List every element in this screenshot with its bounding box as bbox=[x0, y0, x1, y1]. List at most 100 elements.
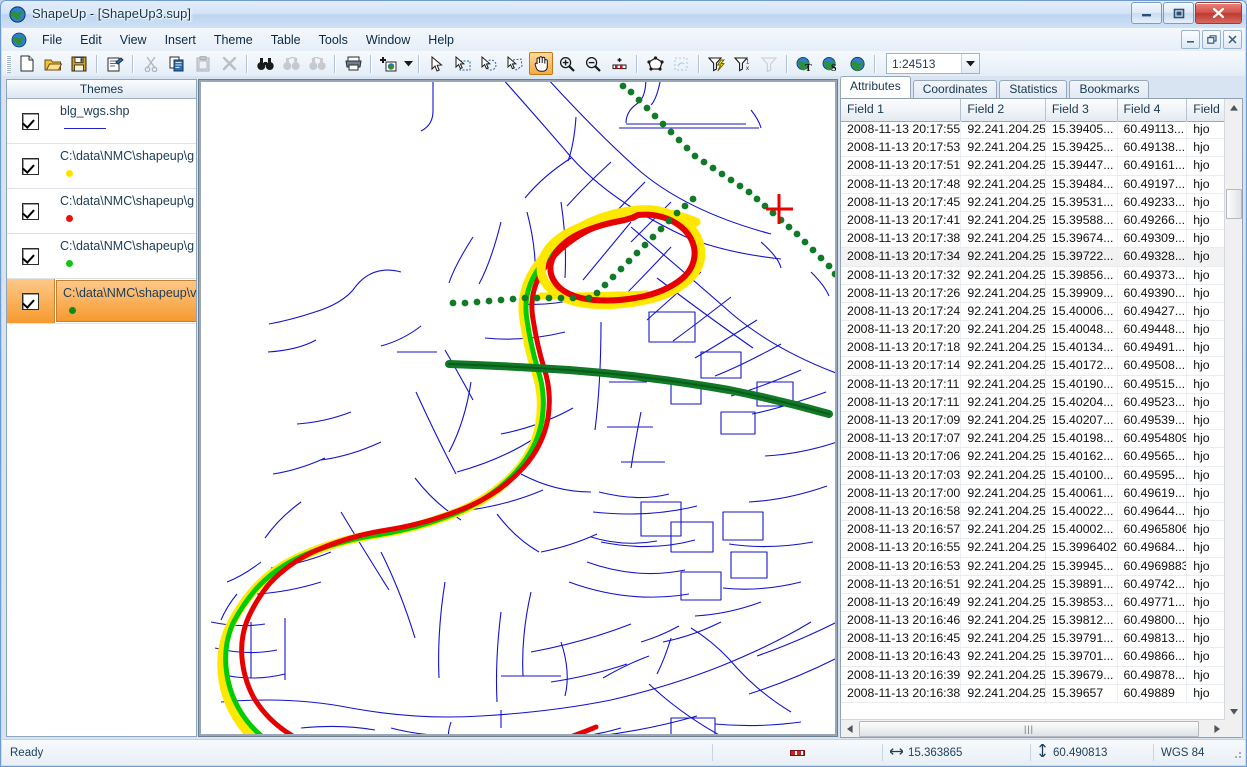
tab-attributes[interactable]: Attributes bbox=[840, 76, 911, 99]
table-row[interactable]: 2008-11-13 20:17:11 92.241.204.254 15.4020… bbox=[841, 393, 1225, 412]
find-binoculars-icon[interactable] bbox=[253, 52, 277, 75]
menu-item-theme[interactable]: Theme bbox=[205, 30, 262, 50]
scroll-down-arrow-icon[interactable] bbox=[1225, 703, 1242, 720]
sort-filter-icon[interactable]: 1x bbox=[731, 52, 755, 75]
table-row[interactable]: 2008-11-13 20:17:24 92.241.204.254 15.4000… bbox=[841, 302, 1225, 322]
paste-clipboard-icon[interactable] bbox=[191, 52, 215, 75]
measure-icon[interactable] bbox=[607, 52, 631, 75]
maximize-button[interactable] bbox=[1163, 2, 1194, 24]
select-extent-icon[interactable] bbox=[669, 52, 693, 75]
theme-checkbox-cell[interactable] bbox=[7, 144, 54, 188]
checkbox-checked-icon[interactable] bbox=[22, 292, 39, 310]
table-row[interactable]: 2008-11-13 20:16:39 92.241.204.254 15.3967… bbox=[841, 666, 1225, 685]
table-row[interactable]: 2008-11-13 20:16:46 92.241.204.254 15.3981… bbox=[841, 612, 1225, 631]
column-header-field-1[interactable]: Field 1 bbox=[841, 99, 962, 121]
save-floppy-icon[interactable] bbox=[67, 52, 91, 75]
table-row[interactable]: 2008-11-13 20:16:51 92.241.204.254 15.3989… bbox=[841, 575, 1225, 594]
table-row[interactable]: 2008-11-13 20:17:18 92.241.204.254 15.4013… bbox=[841, 339, 1225, 358]
grid-body[interactable]: 2008-11-13 20:17:55 92.241.204.254 15.3940… bbox=[841, 121, 1225, 720]
table-row[interactable]: 2008-11-13 20:17:20 92.241.204.254 15.4004… bbox=[841, 321, 1225, 340]
menu-item-file[interactable]: File bbox=[33, 30, 71, 50]
document-globe-icon[interactable] bbox=[11, 32, 27, 48]
theme-label-cell[interactable]: C:\data\NMC\shapeup\g bbox=[54, 144, 196, 188]
tab-bookmarks[interactable]: Bookmarks bbox=[1069, 80, 1150, 99]
table-row[interactable]: 2008-11-13 20:16:57 92.241.204.254 15.4000… bbox=[841, 521, 1225, 540]
label-theme-t-icon[interactable]: T bbox=[793, 52, 817, 75]
checkbox-checked-icon[interactable] bbox=[22, 157, 39, 175]
checkbox-checked-icon[interactable] bbox=[22, 247, 39, 265]
grid-horizontal-scrollbar[interactable]: ||| bbox=[841, 719, 1225, 737]
theme-label-cell[interactable]: C:\data\NMC\shapeup\g bbox=[54, 234, 196, 278]
theme-row-selected[interactable]: C:\data\NMC\shapeup\v bbox=[7, 279, 196, 324]
menu-item-edit[interactable]: Edit bbox=[71, 30, 111, 50]
table-row[interactable]: 2008-11-13 20:16:49 92.241.204.254 15.3985… bbox=[841, 593, 1225, 613]
table-row[interactable]: 2008-11-13 20:17:55 92.241.204.254 15.3940… bbox=[841, 121, 1225, 140]
select-arrow-icon[interactable] bbox=[425, 52, 449, 75]
theme-row[interactable]: blg_wgs.shp bbox=[7, 99, 196, 144]
menu-item-window[interactable]: Window bbox=[357, 30, 419, 50]
tab-statistics[interactable]: Statistics bbox=[999, 80, 1068, 99]
theme-checkbox-cell[interactable] bbox=[7, 279, 55, 323]
table-row[interactable]: 2008-11-13 20:16:38 92.241.204.254 15.3965… bbox=[841, 684, 1225, 703]
chevron-down-icon[interactable] bbox=[961, 54, 979, 73]
properties-icon[interactable] bbox=[103, 52, 127, 75]
table-row[interactable]: 2008-11-13 20:17:11 92.241.204.254 15.4019… bbox=[841, 375, 1225, 394]
mdi-restore-button[interactable] bbox=[1202, 30, 1221, 49]
add-theme-dropdown-icon[interactable] bbox=[402, 53, 414, 74]
copy-icon[interactable] bbox=[165, 52, 189, 75]
table-row[interactable]: 2008-11-13 20:16:55 92.241.204.254 15.3996… bbox=[841, 539, 1225, 558]
vertical-scroll-thumb[interactable] bbox=[1226, 189, 1242, 219]
theme-checkbox-cell[interactable] bbox=[7, 189, 54, 233]
mdi-close-button[interactable] bbox=[1223, 30, 1242, 49]
table-row[interactable]: 2008-11-13 20:16:43 92.241.204.254 15.3970… bbox=[841, 648, 1225, 667]
table-row[interactable]: 2008-11-13 20:17:48 92.241.204.254 15.3948… bbox=[841, 175, 1225, 194]
theme-label-cell[interactable]: C:\data\NMC\shapeup\v bbox=[56, 280, 196, 322]
toolbar-grip[interactable] bbox=[6, 54, 11, 73]
checkbox-checked-icon[interactable] bbox=[22, 112, 39, 130]
column-header-field-4[interactable]: Field 4 bbox=[1118, 99, 1188, 121]
find-previous-binoculars-icon[interactable] bbox=[279, 52, 303, 75]
close-button[interactable] bbox=[1195, 2, 1242, 24]
table-row[interactable]: 2008-11-13 20:17:06 92.241.204.254 15.4016… bbox=[841, 448, 1225, 467]
checkbox-checked-icon[interactable] bbox=[22, 202, 39, 220]
pan-hand-icon[interactable] bbox=[529, 52, 553, 75]
minimize-button[interactable] bbox=[1131, 2, 1162, 24]
table-row[interactable]: 2008-11-13 20:16:53 92.241.204.254 15.3994… bbox=[841, 557, 1225, 576]
filter-funnel-icon[interactable] bbox=[757, 52, 781, 75]
draw-polygon-icon[interactable] bbox=[643, 52, 667, 75]
find-next-binoculars-icon[interactable] bbox=[305, 52, 329, 75]
theme-checkbox-cell[interactable] bbox=[7, 99, 54, 143]
cut-scissors-icon[interactable] bbox=[139, 52, 163, 75]
column-header-field-3[interactable]: Field 3 bbox=[1046, 99, 1118, 121]
menu-item-view[interactable]: View bbox=[111, 30, 156, 50]
table-row[interactable]: 2008-11-13 20:17:53 92.241.204.254 15.3942… bbox=[841, 139, 1225, 158]
label-theme-s-icon[interactable]: S bbox=[819, 52, 843, 75]
menu-item-tools[interactable]: Tools bbox=[310, 30, 357, 50]
horizontal-scroll-thumb[interactable]: ||| bbox=[859, 721, 1199, 737]
scroll-right-arrow-icon[interactable] bbox=[1208, 720, 1225, 737]
open-folder-icon[interactable] bbox=[41, 52, 65, 75]
table-row[interactable]: 2008-11-13 20:17:51 92.241.204.254 15.3944… bbox=[841, 157, 1225, 176]
column-header-field-2[interactable]: Field 2 bbox=[961, 99, 1046, 121]
table-row[interactable]: 2008-11-13 20:17:14 92.241.204.254 15.4017… bbox=[841, 357, 1225, 376]
menu-item-table[interactable]: Table bbox=[262, 30, 310, 50]
table-row[interactable]: 2008-11-13 20:17:38 92.241.204.254 15.3967… bbox=[841, 230, 1225, 249]
theme-row[interactable]: C:\data\NMC\shapeup\g bbox=[7, 144, 196, 189]
add-theme-icon[interactable] bbox=[377, 52, 401, 75]
menu-item-help[interactable]: Help bbox=[419, 30, 463, 50]
tab-coordinates[interactable]: Coordinates bbox=[912, 80, 998, 99]
theme-label-cell[interactable]: blg_wgs.shp bbox=[54, 99, 196, 143]
print-icon[interactable] bbox=[341, 52, 365, 75]
table-row[interactable]: 2008-11-13 20:17:26 92.241.204.254 15.3990… bbox=[841, 284, 1225, 303]
table-row[interactable]: 2008-11-13 20:17:41 92.241.204.254 15.3958… bbox=[841, 211, 1225, 231]
theme-row[interactable]: C:\data\NMC\shapeup\g bbox=[7, 234, 196, 279]
delete-x-icon[interactable] bbox=[217, 52, 241, 75]
column-header-field-5[interactable]: Field bbox=[1187, 99, 1225, 121]
grid-vertical-scrollbar[interactable] bbox=[1224, 99, 1242, 720]
table-row[interactable]: 2008-11-13 20:16:45 92.241.204.254 15.3979… bbox=[841, 630, 1225, 649]
new-icon[interactable] bbox=[15, 52, 39, 75]
zoom-in-icon[interactable] bbox=[555, 52, 579, 75]
select-rect-icon[interactable] bbox=[451, 52, 475, 75]
mdi-minimize-button[interactable] bbox=[1181, 30, 1200, 49]
table-row[interactable]: 2008-11-13 20:17:07 92.241.204.254 15.4019… bbox=[841, 430, 1225, 449]
